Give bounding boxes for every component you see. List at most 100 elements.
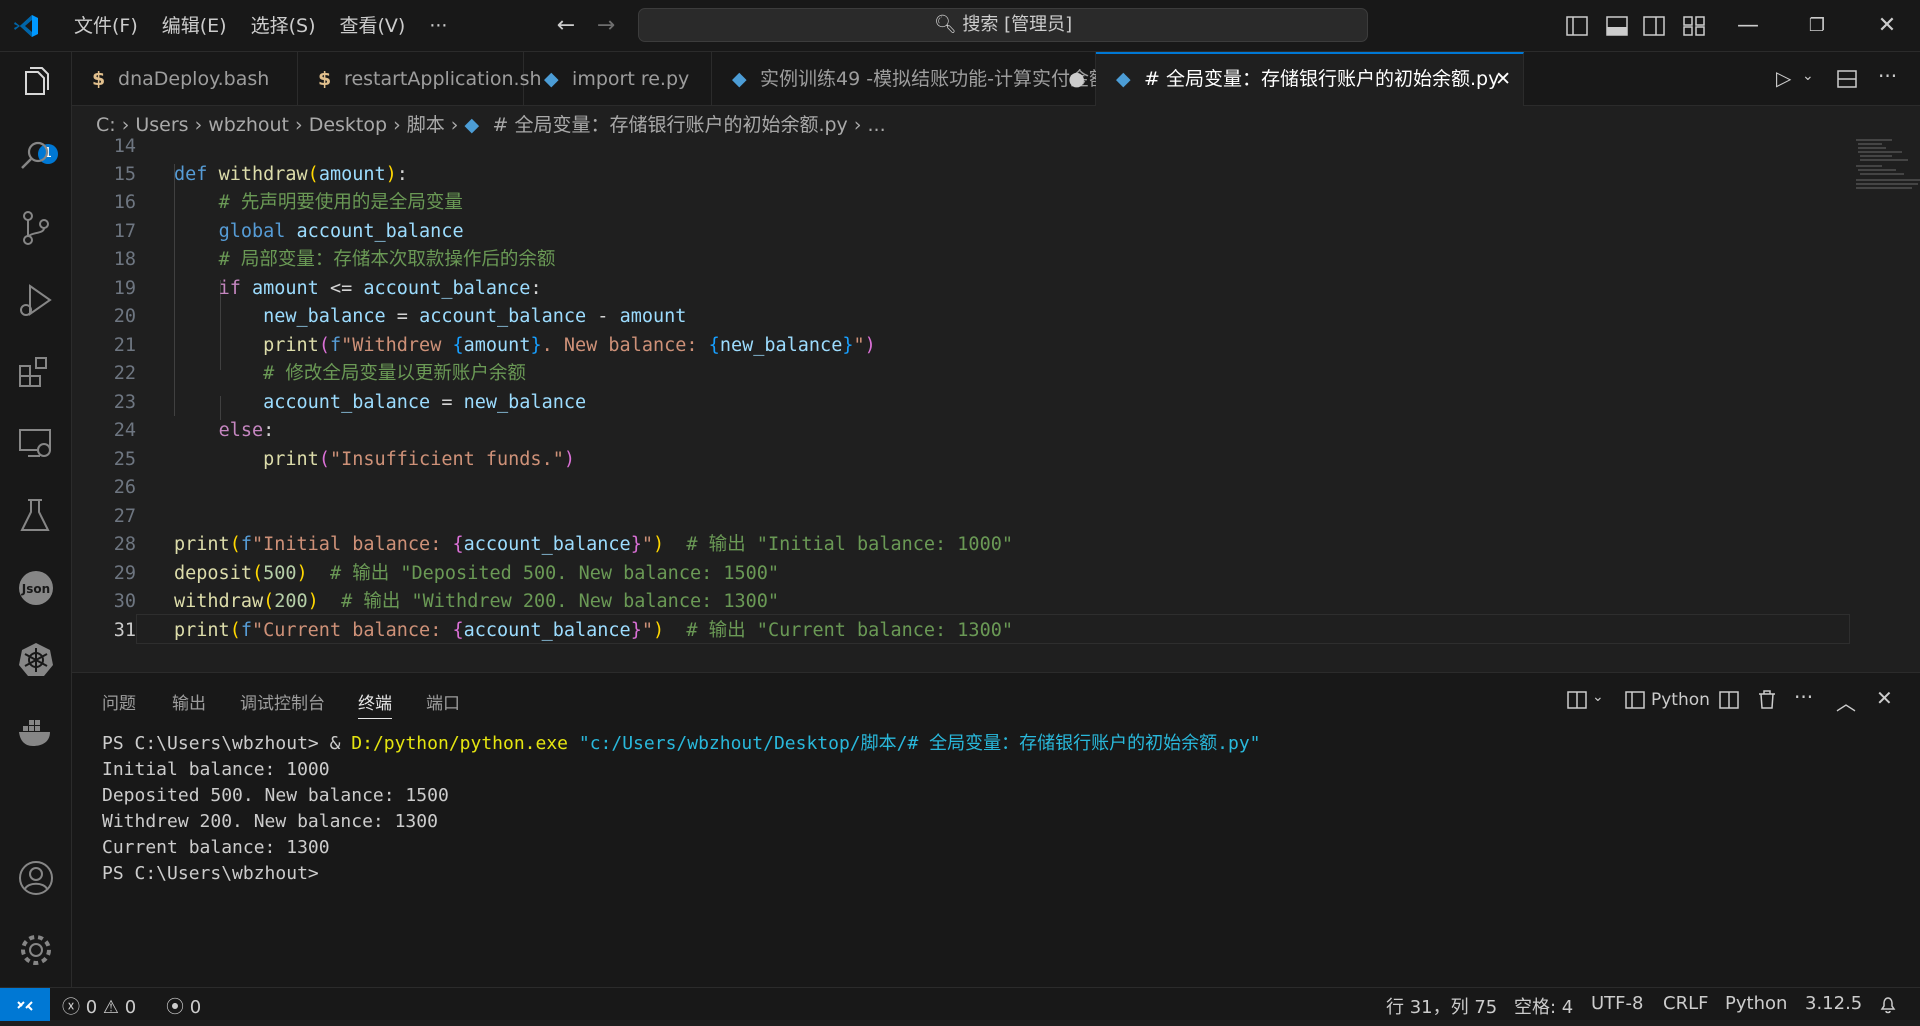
testing-icon[interactable] [16,496,56,536]
bottom-panel: 问题 输出 调试控制台 终端 端口 ⌄ Python ··· ︿ ✕ PS C:… [72,672,1920,987]
line-number: 24 [113,420,136,441]
line-number: 17 [113,221,136,242]
maximize-panel-chevron-up-icon[interactable]: ︿ [1836,687,1856,716]
manage-gear-icon[interactable] [16,930,56,970]
code-editor[interactable]: 14 15 def withdraw(amount): 16 # 先声明要使用的是… [72,136,1920,672]
unsaved-dot-icon[interactable]: ● [1068,52,1085,106]
search-label: 搜索 [管理员] [962,14,1073,35]
tab-restart-application[interactable]: $ restartApplication.sh [298,52,542,106]
python-file-icon: ◆ [1116,68,1131,90]
code-line: 17 global account_balance [72,218,1772,246]
toggle-primary-sidebar-icon[interactable] [1564,14,1590,38]
indentation[interactable]: 空格: 4 [1514,993,1573,1019]
panel-more-icon[interactable]: ··· [1794,685,1813,709]
search-icon: 🔍︎ [933,14,957,35]
line-number: 31 [113,620,136,641]
code-line: 28 print(f"Initial balance: {account_bala… [72,531,1772,559]
status-bar: ⓧ 0 ⚠ 0 ⦿ 0 行 31，列 75 空格: 4 UTF-8 CRLF P… [0,987,1920,1021]
code-line: 20 new_balance = account_balance - amoun… [72,303,1772,331]
title-bar: 文件(F) 编辑(E) 选择(S) 查看(V) ··· ← → 🔍︎ 搜索 [管… [0,0,1920,52]
docker-icon[interactable] [16,712,56,752]
tab-terminal[interactable]: 终端 [358,689,392,719]
minimap[interactable] [1852,136,1920,206]
code-line: 31 print(f"Current balance: {account_bala… [72,617,1772,645]
ports-status[interactable]: ⦿ 0 [166,993,201,1019]
toggle-panel-icon[interactable] [1604,14,1630,38]
split-editor-icon[interactable] [1836,68,1858,90]
terminal-output-line: Withdrew 200. New balance: 1300 [102,811,438,832]
error-icon: ⓧ [62,997,80,1018]
run-debug-icon[interactable] [16,280,56,320]
tab-global-variable[interactable]: ◆ # 全局变量：存储银行账户的初始余额.py ✕ [1096,52,1524,106]
kubernetes-icon[interactable] [16,640,56,680]
accounts-icon[interactable] [16,858,56,898]
code-line: 16 # 先声明要使用的是全局变量 [72,189,1772,217]
code-line: 22 # 修改全局变量以更新账户余额 [72,360,1772,388]
tab-dnadeploy[interactable]: $ dnaDeploy.bash [72,52,298,106]
run-python-file-icon[interactable]: ▷ [1776,66,1791,90]
notifications-bell-icon[interactable] [1878,995,1898,1015]
close-tab-icon[interactable]: ✕ [1495,54,1511,104]
line-number: 20 [113,306,136,327]
editor-tabs: $ dnaDeploy.bash $ restartApplication.sh… [72,52,1920,106]
tab-label: # 全局变量：存储银行账户的初始余额.py [1144,68,1500,90]
tab-label: import re.py [572,68,690,90]
shell-file-icon: $ [92,68,106,90]
tab-output[interactable]: 输出 [172,689,206,714]
run-options-chevron-icon[interactable]: ⌄ [1802,68,1814,84]
broadcast-icon: ⦿ [166,997,184,1018]
kill-terminal-trash-icon[interactable] [1756,688,1778,710]
json-icon[interactable]: Json [16,568,56,608]
close-window-icon[interactable]: ✕ [1872,12,1902,40]
code-line: 15 def withdraw(amount): [72,161,1772,189]
code-line: 25 print("Insufficient funds.") [72,446,1772,474]
language-mode[interactable]: Python [1725,993,1787,1014]
menu-edit[interactable]: 编辑(E) [150,12,239,40]
terminal-dropdown-chevron-icon[interactable]: ⌄ [1592,689,1604,705]
close-panel-icon[interactable]: ✕ [1876,686,1893,710]
warning-icon: ⚠ [102,997,120,1018]
tab-ports[interactable]: 端口 [426,689,460,714]
customize-layout-icon[interactable] [1681,14,1707,38]
split-terminal-icon[interactable] [1718,689,1740,711]
encoding[interactable]: UTF-8 [1591,993,1643,1014]
extensions-icon[interactable] [16,352,56,392]
tab-label: restartApplication.sh [344,68,542,90]
menu-more[interactable]: ··· [417,12,459,40]
menu-selection[interactable]: 选择(S) [239,12,328,40]
command-center-search[interactable]: 🔍︎ 搜索 [管理员] [638,8,1368,42]
search-view-icon[interactable] [16,136,56,176]
activity-bar: 1 Json [0,52,72,987]
explorer-icon[interactable] [16,64,56,104]
error-count: 0 [85,997,98,1018]
source-control-icon[interactable] [16,208,56,248]
tab-problems[interactable]: 问题 [102,689,136,714]
terminal-output[interactable]: PS C:\Users\wbzhout> & D:/python/python.… [102,731,1261,887]
end-of-line[interactable]: CRLF [1663,993,1708,1014]
ports-count: 0 [189,997,202,1018]
menu-bar: 文件(F) 编辑(E) 选择(S) 查看(V) ··· [62,12,459,40]
line-number: 29 [113,563,136,584]
python-interpreter-version[interactable]: 3.12.5 [1805,993,1862,1014]
new-terminal-split-icon[interactable] [1566,689,1588,711]
terminal-shell-label[interactable]: Python [1651,690,1710,710]
forward-arrow-icon[interactable]: → [594,14,618,38]
tab-debug-console[interactable]: 调试控制台 [240,689,325,714]
cursor-position[interactable]: 行 31，列 75 [1386,993,1497,1019]
tab-import-re[interactable]: ◆ import re.py [524,52,712,106]
restore-icon[interactable]: ❐ [1802,12,1832,40]
code-line: 29 deposit(500) # 输出 "Deposited 500. New … [72,560,1772,588]
toggle-secondary-sidebar-icon[interactable] [1641,14,1667,38]
remote-indicator[interactable] [0,988,50,1021]
menu-file[interactable]: 文件(F) [62,12,150,40]
code-line: 27 [72,503,1772,531]
menu-view[interactable]: 查看(V) [328,12,418,40]
tab-checkout-exercise[interactable]: ◆ 实例训练49 -模拟结账功能-计算实付金额.py ● [712,52,1137,106]
terminal-output-line: Current balance: 1300 [102,837,330,858]
line-number: 25 [113,449,136,470]
minimize-icon[interactable]: — [1733,12,1763,40]
remote-explorer-icon[interactable] [16,424,56,464]
back-arrow-icon[interactable]: ← [554,14,578,38]
more-actions-icon[interactable]: ··· [1878,64,1897,88]
problems-status[interactable]: ⓧ 0 ⚠ 0 [62,993,136,1019]
